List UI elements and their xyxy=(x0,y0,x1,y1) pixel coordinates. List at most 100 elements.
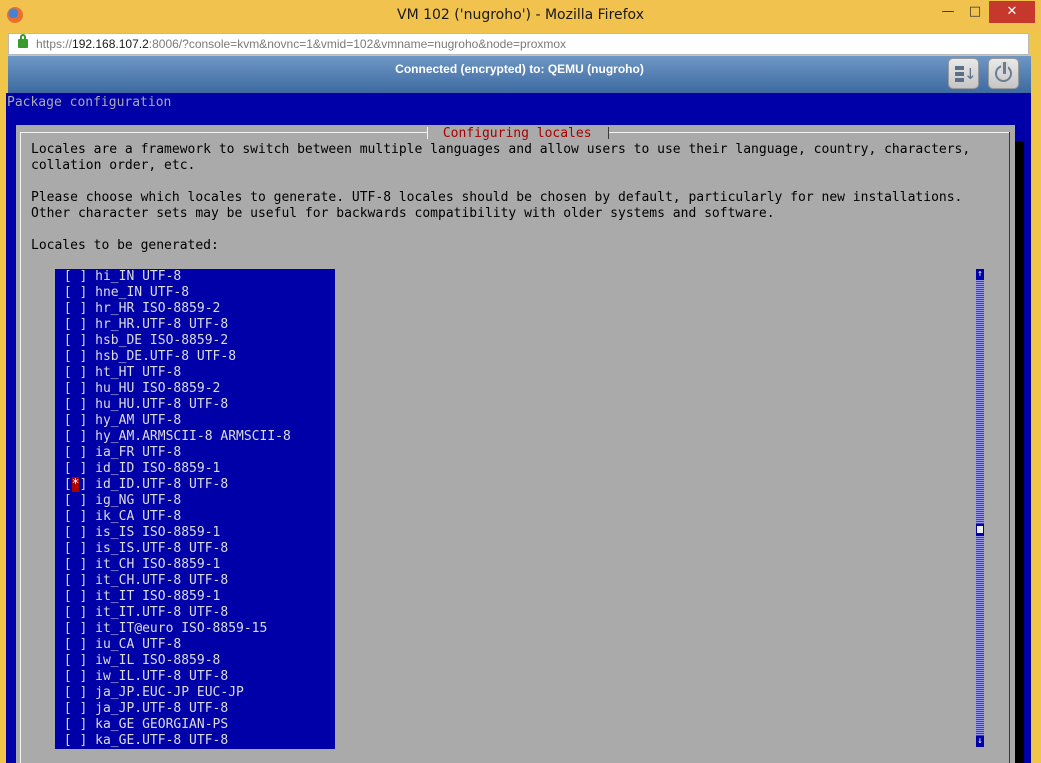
locale-item[interactable]: [ ] hu_HU ISO-8859-2 xyxy=(55,381,335,397)
locale-item[interactable]: [ ] it_IT@euro ISO-8859-15 xyxy=(55,621,335,637)
locale-checkbox[interactable]: [*] xyxy=(64,477,87,492)
locale-checkbox[interactable]: [ ] xyxy=(64,637,87,652)
locale-item[interactable]: [ ] it_CH ISO-8859-1 xyxy=(55,557,335,573)
locale-item[interactable]: [ ] ik_CA UTF-8 xyxy=(55,509,335,525)
checkbox-mark xyxy=(72,525,80,540)
locale-checkbox[interactable]: [ ] xyxy=(64,573,87,588)
locale-item[interactable]: [ ] ig_NG UTF-8 xyxy=(55,493,335,509)
minimize-button[interactable]: — xyxy=(935,1,961,23)
locale-checkbox[interactable]: [ ] xyxy=(64,413,87,428)
locale-item[interactable]: [ ] ka_GE GEORGIAN-PS xyxy=(55,717,335,733)
locale-label: iw_IL ISO-8859-8 xyxy=(95,653,221,668)
send-keys-button[interactable]: ↓ xyxy=(948,58,979,89)
locale-item[interactable]: [ ] id_ID ISO-8859-1 xyxy=(55,461,335,477)
locale-checkbox[interactable]: [ ] xyxy=(64,429,87,444)
locale-item[interactable]: [ ] hy_AM UTF-8 xyxy=(55,413,335,429)
locale-item[interactable]: [ ] hsb_DE ISO-8859-2 xyxy=(55,333,335,349)
locale-checkbox[interactable]: [ ] xyxy=(64,301,87,316)
locale-item[interactable]: [ ] hne_IN UTF-8 xyxy=(55,285,335,301)
locale-item[interactable]: [ ] ja_JP.EUC-JP EUC-JP xyxy=(55,685,335,701)
checkbox-mark xyxy=(72,653,80,668)
locale-checkbox[interactable]: [ ] xyxy=(64,445,87,460)
scroll-up-arrow-icon[interactable]: ↑ xyxy=(976,269,984,280)
locale-item[interactable]: [ ] hr_HR ISO-8859-2 xyxy=(55,301,335,317)
scrollbar[interactable]: ↑ ↓ xyxy=(976,269,984,747)
checkbox-mark xyxy=(72,573,80,588)
locale-item[interactable]: [ ] ka_GE.UTF-8 UTF-8 xyxy=(55,733,335,749)
locale-item[interactable]: [ ] ia_FR UTF-8 xyxy=(55,445,335,461)
locale-checkbox[interactable]: [ ] xyxy=(64,493,87,508)
url-prefix: https:// xyxy=(36,37,73,51)
locale-item[interactable]: [ ] hy_AM.ARMSCII-8 ARMSCII-8 xyxy=(55,429,335,445)
locale-label: it_IT ISO-8859-1 xyxy=(95,589,221,604)
url-host: 192.168.107.2 xyxy=(72,37,149,51)
novnc-control-bar: Connected (encrypted) to: QEMU (nugroho)… xyxy=(8,56,1031,93)
checkbox-mark xyxy=(72,637,80,652)
locale-checkbox[interactable]: [ ] xyxy=(64,333,87,348)
locale-item[interactable]: [*] id_ID.UTF-8 UTF-8 xyxy=(55,477,335,493)
locale-item[interactable]: [ ] iu_CA UTF-8 xyxy=(55,637,335,653)
backtitle: Package configuration xyxy=(7,95,172,110)
locale-label: iw_IL.UTF-8 UTF-8 xyxy=(95,669,229,684)
checkbox-mark xyxy=(72,685,80,700)
close-button[interactable]: ✕ xyxy=(989,1,1035,23)
locale-item[interactable]: [ ] is_IS.UTF-8 UTF-8 xyxy=(55,541,335,557)
locale-checkbox[interactable]: [ ] xyxy=(64,461,87,476)
locale-checkbox[interactable]: [ ] xyxy=(64,525,87,540)
locale-checkbox[interactable]: [ ] xyxy=(64,669,87,684)
locale-checkbox[interactable]: [ ] xyxy=(64,397,87,412)
scroll-down-arrow-icon[interactable]: ↓ xyxy=(976,736,984,747)
locale-item[interactable]: [ ] hu_HU.UTF-8 UTF-8 xyxy=(55,397,335,413)
locale-item[interactable]: [ ] it_IT.UTF-8 UTF-8 xyxy=(55,605,335,621)
locale-label: is_IS.UTF-8 UTF-8 xyxy=(95,541,229,556)
locale-item[interactable]: [ ] it_CH.UTF-8 UTF-8 xyxy=(55,573,335,589)
window-titlebar[interactable]: VM 102 ('nugroho') - Mozilla Firefox — □… xyxy=(0,0,1041,31)
locale-item[interactable]: [ ] ht_HT UTF-8 xyxy=(55,365,335,381)
locale-checkbox[interactable]: [ ] xyxy=(64,685,87,700)
locale-checkbox[interactable]: [ ] xyxy=(64,733,87,748)
url-text[interactable]: https://192.168.107.2:8006/?console=kvm&… xyxy=(36,37,566,51)
locale-item[interactable]: [ ] hi_IN UTF-8 xyxy=(55,269,335,285)
locale-label: ka_GE.UTF-8 UTF-8 xyxy=(95,733,229,748)
locale-checkbox[interactable]: [ ] xyxy=(64,589,87,604)
maximize-button[interactable]: □ xyxy=(962,1,988,23)
locale-label: ka_GE GEORGIAN-PS xyxy=(95,717,229,732)
checkbox-mark xyxy=(72,461,80,476)
locale-checkbox[interactable]: [ ] xyxy=(64,509,87,524)
power-button[interactable] xyxy=(988,58,1019,89)
locale-item[interactable]: [ ] it_IT ISO-8859-1 xyxy=(55,589,335,605)
vm-console-screen[interactable]: Package configuration Configuring locale… xyxy=(6,93,1031,763)
scrollbar-thumb[interactable] xyxy=(976,524,984,537)
locale-checkbox[interactable]: [ ] xyxy=(64,269,87,284)
locale-label: it_CH ISO-8859-1 xyxy=(95,557,221,572)
locale-checkbox[interactable]: [ ] xyxy=(64,317,87,332)
locale-checkbox[interactable]: [ ] xyxy=(64,557,87,572)
locale-item[interactable]: [ ] hsb_DE.UTF-8 UTF-8 xyxy=(55,349,335,365)
checkbox-mark xyxy=(72,397,80,412)
locale-checkbox[interactable]: [ ] xyxy=(64,653,87,668)
window-title: VM 102 ('nugroho') - Mozilla Firefox xyxy=(397,7,644,23)
locale-label: hu_HU ISO-8859-2 xyxy=(95,381,221,396)
frame-line xyxy=(1009,132,1010,763)
locale-checkbox[interactable]: [ ] xyxy=(64,701,87,716)
locale-checkbox[interactable]: [ ] xyxy=(64,717,87,732)
locale-label: ht_HT UTF-8 xyxy=(95,365,182,380)
locale-checkbox[interactable]: [ ] xyxy=(64,621,87,636)
locale-checkbox[interactable]: [ ] xyxy=(64,605,87,620)
checkbox-mark xyxy=(72,349,80,364)
locale-checkbox[interactable]: [ ] xyxy=(64,381,87,396)
connection-status: Connected (encrypted) to: QEMU (nugroho) xyxy=(395,62,644,76)
locale-checkbox[interactable]: [ ] xyxy=(64,349,87,364)
locale-item[interactable]: [ ] ja_JP.UTF-8 UTF-8 xyxy=(55,701,335,717)
locale-item[interactable]: [ ] hr_HR.UTF-8 UTF-8 xyxy=(55,317,335,333)
locale-checkbox[interactable]: [ ] xyxy=(64,541,87,556)
dialog-description: Locales are a framework to switch betwee… xyxy=(31,142,971,253)
locale-checkbox[interactable]: [ ] xyxy=(64,365,87,380)
address-bar[interactable]: https://192.168.107.2:8006/?console=kvm&… xyxy=(8,33,1029,55)
locale-checkbox[interactable]: [ ] xyxy=(64,285,87,300)
locale-checklist[interactable]: [ ] hi_IN UTF-8 [ ] hne_IN UTF-8 [ ] hr_… xyxy=(55,269,335,749)
locale-item[interactable]: [ ] iw_IL ISO-8859-8 xyxy=(55,653,335,669)
checkbox-mark xyxy=(72,285,80,300)
locale-item[interactable]: [ ] is_IS ISO-8859-1 xyxy=(55,525,335,541)
locale-item[interactable]: [ ] iw_IL.UTF-8 UTF-8 xyxy=(55,669,335,685)
